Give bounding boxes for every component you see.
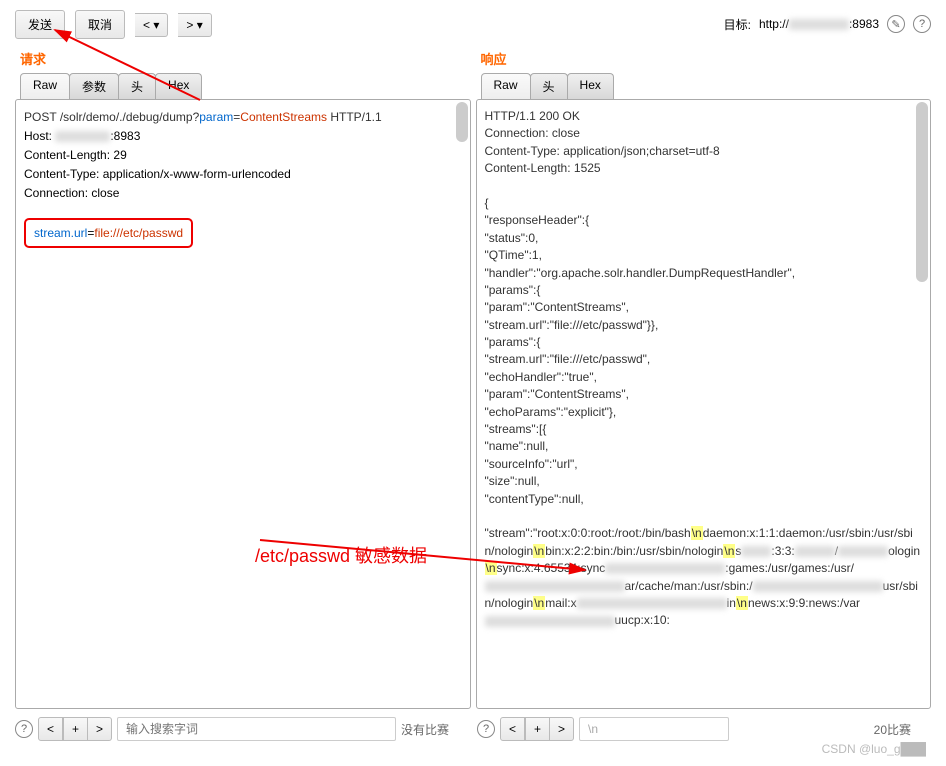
help-icon-right[interactable]: ? [477,720,495,738]
edit-icon[interactable]: ✎ [887,15,905,33]
response-content[interactable]: HTTP/1.1 200 OK Connection: close Conten… [476,99,932,709]
search-add-left[interactable]: + [63,717,88,741]
watermark: CSDN @luo_g███ [822,742,926,756]
response-title: 响应 [476,49,932,68]
match-count-right: 20比赛 [874,721,911,738]
prev-button[interactable]: < ▾ [135,13,168,37]
search-prev-right[interactable]: < [500,717,525,741]
request-content[interactable]: POST /solr/demo/./debug/dump?param=Conte… [15,99,471,709]
search-prev-left[interactable]: < [38,717,63,741]
search-next-right[interactable]: > [550,717,574,741]
send-button[interactable]: 发送 [15,10,65,39]
tab-headers-response[interactable]: 头 [530,73,568,99]
tab-raw-request[interactable]: Raw [20,73,70,99]
target-label: 目标: [724,16,751,33]
no-match-left: 没有比赛 [401,721,449,738]
scrollbar-response[interactable] [916,102,928,282]
tab-hex-request[interactable]: Hex [155,73,202,99]
request-body-highlight: stream.url=file:///etc/passwd [24,218,193,248]
search-input-left[interactable] [117,717,396,741]
scrollbar-request[interactable] [456,102,468,142]
help-icon[interactable]: ? [913,15,931,33]
search-next-left[interactable]: > [88,717,112,741]
request-title: 请求 [15,49,471,68]
search-input-right[interactable] [579,717,729,741]
help-icon-left[interactable]: ? [15,720,33,738]
next-button[interactable]: > ▾ [178,13,211,37]
response-panel: 响应 Raw 头 Hex HTTP/1.1 200 OK Connection:… [476,49,932,709]
tab-raw-response[interactable]: Raw [481,73,531,99]
request-panel: 请求 Raw 参数 头 Hex POST /solr/demo/./debug/… [15,49,471,709]
cancel-button[interactable]: 取消 [75,10,125,39]
tab-headers-request[interactable]: 头 [118,73,156,99]
search-add-right[interactable]: + [525,717,550,741]
tab-hex-response[interactable]: Hex [567,73,614,99]
tab-params-request[interactable]: 参数 [69,73,119,99]
target-url: http://:8983 [759,17,879,31]
